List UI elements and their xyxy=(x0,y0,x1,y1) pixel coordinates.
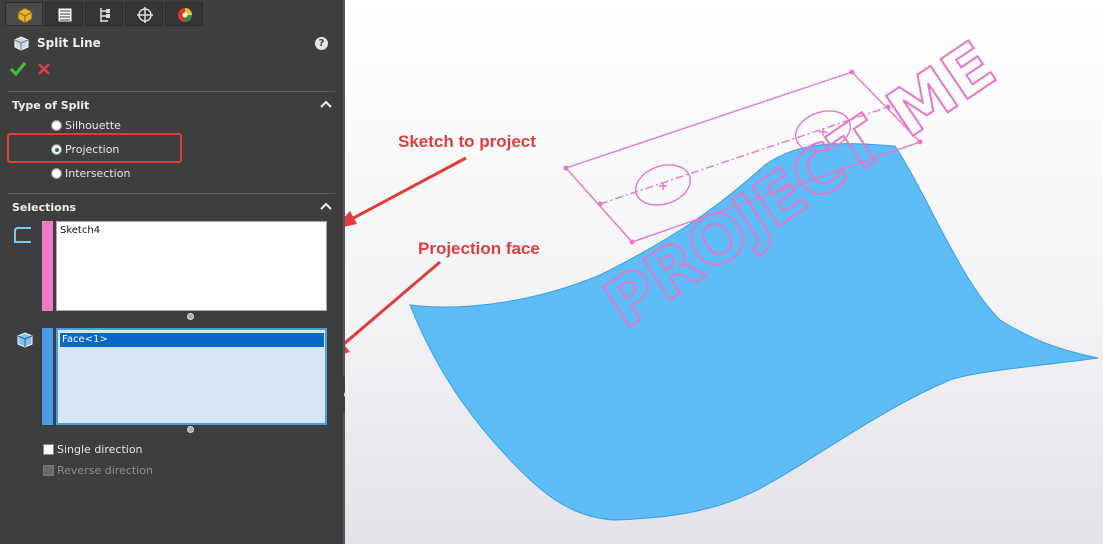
collapse-selections-button[interactable] xyxy=(320,201,332,211)
configuration-manager-tab[interactable] xyxy=(85,2,123,26)
resize-handle[interactable] xyxy=(187,426,194,433)
model-graphics: PROJECT ME xyxy=(345,26,1099,521)
manager-tabs xyxy=(0,0,205,27)
sketch-selection-icon xyxy=(14,227,31,243)
display-manager-icon xyxy=(178,8,192,22)
callout-projection-face: Projection face xyxy=(418,239,540,258)
reverse-direction-label: Reverse direction xyxy=(57,464,153,477)
radio-label-silhouette: Silhouette xyxy=(65,119,121,132)
property-manager-tab[interactable] xyxy=(45,2,83,26)
page-title: Split Line xyxy=(37,36,101,50)
face-selection-icon xyxy=(17,332,33,348)
single-direction-checkbox[interactable] xyxy=(43,444,54,455)
resize-handle[interactable] xyxy=(187,313,194,320)
selections-header: Selections xyxy=(12,201,77,214)
single-direction-label: Single direction xyxy=(57,443,143,456)
divider xyxy=(8,91,335,92)
display-manager-tab[interactable] xyxy=(165,2,203,26)
split-line-icon xyxy=(14,36,29,51)
graphics-viewport[interactable]: PROJECT ME Sketch to project Projection … xyxy=(345,0,1103,544)
list-item-selected[interactable]: Face<1> xyxy=(60,333,324,347)
face-color-stripe xyxy=(42,328,53,425)
property-manager-panel: Split Line ? Type of Split Silhouette Pr… xyxy=(0,0,343,544)
sketch-selection-box[interactable]: Sketch4 xyxy=(56,221,327,311)
dimxpert-manager-tab[interactable] xyxy=(125,2,163,26)
sketch-color-stripe xyxy=(42,221,53,311)
feature-manager-tab[interactable] xyxy=(5,2,43,26)
property-manager-icon xyxy=(57,7,73,23)
intersection-radio[interactable] xyxy=(51,168,62,179)
silhouette-radio[interactable] xyxy=(51,120,62,131)
collapse-type-of-split-button[interactable] xyxy=(320,99,332,109)
list-item[interactable]: Sketch4 xyxy=(60,225,100,236)
configuration-manager-icon xyxy=(100,8,110,22)
projection-highlight-box xyxy=(7,133,182,163)
callout-sketch-to-project: Sketch to project xyxy=(398,132,536,151)
feature-manager-icon xyxy=(17,7,33,24)
divider xyxy=(8,193,335,194)
type-of-split-header: Type of Split xyxy=(12,99,90,112)
ok-button[interactable] xyxy=(10,61,26,76)
radio-label-intersection: Intersection xyxy=(65,167,131,180)
help-icon[interactable]: ? xyxy=(315,37,328,50)
face-selection-box[interactable]: Face<1> xyxy=(56,328,327,425)
dimxpert-manager-icon xyxy=(137,7,153,23)
reverse-direction-checkbox xyxy=(43,465,54,476)
cancel-button[interactable] xyxy=(37,62,51,76)
